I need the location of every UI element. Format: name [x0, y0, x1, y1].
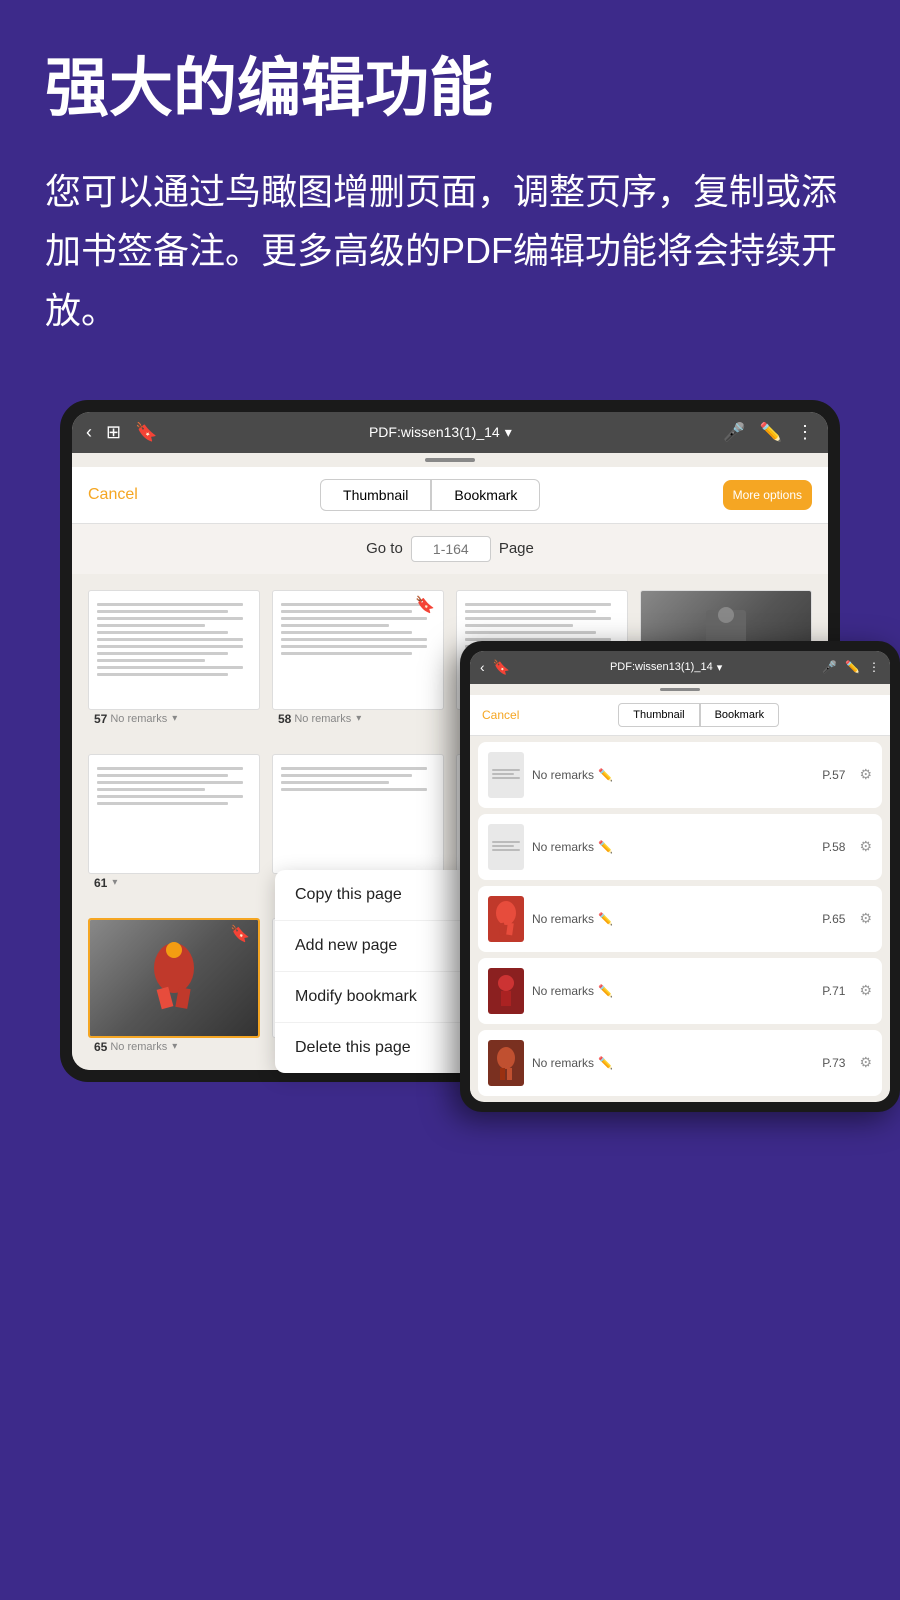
- header-section: 强大的编辑功能 您可以通过鸟瞰图增删页面，调整页序，复制或添加书签备注。更多高级…: [0, 0, 900, 360]
- secondary-drag-handle: [660, 688, 700, 691]
- description: 您可以通过鸟瞰图增删页面，调整页序，复制或添加书签备注。更多高级的PDF编辑功能…: [45, 162, 855, 340]
- thumb-label-65: 65 No remarks ▾: [88, 1038, 260, 1060]
- thumb-label-57: 57 No remarks ▾: [88, 710, 260, 732]
- thumb-img-62: [272, 754, 444, 874]
- bookmark-thumb-73: [488, 1040, 524, 1086]
- bookmark-thumb-65: [488, 896, 524, 942]
- thumbnail-tab[interactable]: Thumbnail: [320, 479, 431, 511]
- panel-header: Cancel Thumbnail Bookmark More options: [72, 467, 828, 524]
- secondary-panel-header: Cancel Thumbnail Bookmark: [470, 695, 890, 736]
- bookmark-icon[interactable]: 🔖: [135, 422, 157, 443]
- page-label: Page: [499, 540, 534, 557]
- thumb-cell-58[interactable]: 🔖 58 No remarks ▾: [266, 584, 450, 738]
- tab-group: Thumbnail Bookmark: [138, 479, 723, 511]
- bookmark-info-57: No remarks ✏️: [532, 768, 814, 782]
- back-icon[interactable]: ‹: [86, 422, 92, 443]
- bookmark-tab[interactable]: Bookmark: [431, 479, 540, 511]
- goto-input[interactable]: [411, 536, 491, 562]
- bookmark-info-58: No remarks ✏️: [532, 840, 814, 854]
- pen-icon[interactable]: ✏️: [760, 422, 782, 443]
- topbar-left: ‹ ⊞ 🔖: [86, 422, 158, 443]
- bookmark-gear-65[interactable]: ⚙: [859, 910, 872, 927]
- thumb-cell-65[interactable]: 🔖 65 No remarks ▾: [82, 912, 266, 1066]
- tablet-topbar: ‹ ⊞ 🔖 PDF:wissen13(1)_14 ▾ 🎤 ✏️ ⋮: [72, 412, 828, 453]
- bookmark-info-65: No remarks ✏️: [532, 912, 814, 926]
- thumb-label-58: 58 No remarks ▾: [272, 710, 444, 732]
- bookmark-gear-73[interactable]: ⚙: [859, 1054, 872, 1071]
- thumb-bookmark-65: 🔖: [230, 924, 250, 944]
- more-icon[interactable]: ⋮: [796, 422, 814, 443]
- cancel-button[interactable]: Cancel: [88, 486, 138, 504]
- bookmark-thumb-57: [488, 752, 524, 798]
- secondary-topbar-center: PDF:wissen13(1)_14 ▾: [518, 661, 814, 674]
- bookmark-page-73: P.73: [822, 1056, 845, 1070]
- device-area: ‹ ⊞ 🔖 PDF:wissen13(1)_14 ▾ 🎤 ✏️ ⋮: [20, 400, 880, 1082]
- bookmark-item-73[interactable]: No remarks ✏️ P.73 ⚙: [478, 1030, 882, 1096]
- thumb-img-58: 🔖: [272, 590, 444, 710]
- filename-label: PDF:wissen13(1)_14: [369, 424, 500, 440]
- secondary-topbar: ‹ 🔖 PDF:wissen13(1)_14 ▾ 🎤 ✏️ ⋮: [470, 651, 890, 684]
- tablet-secondary: ‹ 🔖 PDF:wissen13(1)_14 ▾ 🎤 ✏️ ⋮ Cancel T…: [460, 641, 900, 1112]
- bookmark-item-71[interactable]: No remarks ✏️ P.71 ⚙: [478, 958, 882, 1024]
- bookmark-item-58[interactable]: No remarks ✏️ P.58 ⚙: [478, 814, 882, 880]
- chevron-down-icon[interactable]: ▾: [505, 424, 512, 441]
- bookmark-page-57: P.57: [822, 768, 845, 782]
- thumb-img-61: [88, 754, 260, 874]
- goto-bar: Go to Page: [72, 524, 828, 574]
- bookmark-page-71: P.71: [822, 984, 845, 998]
- thumb-cell-57[interactable]: 57 No remarks ▾: [82, 584, 266, 738]
- mic-icon[interactable]: 🎤: [723, 422, 745, 443]
- secondary-thumbnail-tab[interactable]: Thumbnail: [618, 703, 699, 727]
- drag-handle: [425, 458, 475, 462]
- bookmark-item-65[interactable]: No remarks ✏️ P.65 ⚙: [478, 886, 882, 952]
- bookmark-info-71: No remarks ✏️: [532, 984, 814, 998]
- bookmark-page-58: P.58: [822, 840, 845, 854]
- bookmark-gear-58[interactable]: ⚙: [859, 838, 872, 855]
- topbar-right: 🎤 ✏️ ⋮: [723, 422, 814, 443]
- secondary-mic-icon[interactable]: 🎤: [822, 660, 837, 674]
- thumb-bookmark-58: 🔖: [415, 595, 435, 615]
- bookmark-thumb-58: [488, 824, 524, 870]
- bookmark-pencil-71: ✏️: [598, 984, 613, 998]
- secondary-filename: PDF:wissen13(1)_14: [610, 661, 713, 673]
- grid-icon[interactable]: ⊞: [106, 422, 121, 443]
- bookmark-info-73: No remarks ✏️: [532, 1056, 814, 1070]
- secondary-bookmark-icon[interactable]: 🔖: [493, 659, 510, 676]
- bookmark-gear-57[interactable]: ⚙: [859, 766, 872, 783]
- bookmark-pencil-57: ✏️: [598, 768, 613, 782]
- bookmark-pencil-65: ✏️: [598, 912, 613, 926]
- secondary-pen-icon[interactable]: ✏️: [845, 660, 860, 674]
- thumb-label-61: 61 ▾: [88, 874, 260, 896]
- main-title: 强大的编辑功能: [45, 50, 855, 127]
- bookmark-page-65: P.65: [822, 912, 845, 926]
- tablet-secondary-screen: ‹ 🔖 PDF:wissen13(1)_14 ▾ 🎤 ✏️ ⋮ Cancel T…: [470, 651, 890, 1102]
- topbar-center: PDF:wissen13(1)_14 ▾: [170, 424, 712, 441]
- bookmark-gear-71[interactable]: ⚙: [859, 982, 872, 999]
- bookmark-thumb-71: [488, 968, 524, 1014]
- bookmark-pencil-73: ✏️: [598, 1056, 613, 1070]
- secondary-bookmark-tab[interactable]: Bookmark: [700, 703, 780, 727]
- secondary-back-icon[interactable]: ‹: [480, 659, 485, 675]
- thumb-img-57: [88, 590, 260, 710]
- more-options-button[interactable]: More options: [723, 480, 812, 510]
- secondary-chevron-icon: ▾: [717, 661, 723, 674]
- secondary-more-icon[interactable]: ⋮: [868, 660, 880, 674]
- bookmark-item-57[interactable]: No remarks ✏️ P.57 ⚙: [478, 742, 882, 808]
- thumb-cell-61[interactable]: 61 ▾: [82, 748, 266, 902]
- secondary-tabs: Thumbnail Bookmark: [519, 703, 878, 727]
- thumb-img-65: 🔖: [88, 918, 260, 1038]
- bookmark-list: No remarks ✏️ P.57 ⚙: [470, 742, 890, 1096]
- secondary-cancel-button[interactable]: Cancel: [482, 708, 519, 722]
- bookmark-pencil-58: ✏️: [598, 840, 613, 854]
- goto-label: Go to: [366, 540, 403, 557]
